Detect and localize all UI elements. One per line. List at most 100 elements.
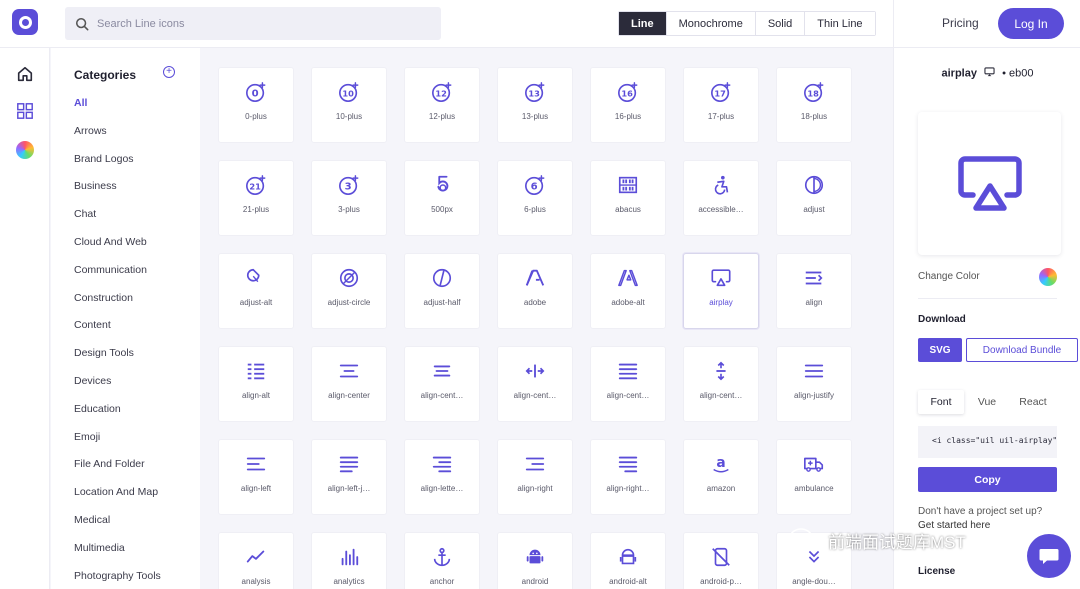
svg-text:16: 16 <box>621 89 633 99</box>
abacus-icon <box>616 173 640 197</box>
tab-vue[interactable]: Vue <box>964 390 1010 414</box>
search-input[interactable] <box>97 17 417 30</box>
icon-tile[interactable]: align-cent… <box>590 346 666 422</box>
style-tab-monochrome[interactable]: Monochrome <box>665 12 755 35</box>
tab-react[interactable]: React <box>1010 390 1056 414</box>
icon-tile[interactable]: adjust <box>776 160 852 236</box>
category-item[interactable]: Photography Tools <box>74 569 161 589</box>
style-tab-solid[interactable]: Solid <box>754 12 805 35</box>
category-item[interactable]: Content <box>74 318 161 346</box>
icon-tile[interactable]: align-alt <box>218 346 294 422</box>
icon-tile[interactable]: align-left <box>218 439 294 515</box>
category-item[interactable]: Multimedia <box>74 541 161 569</box>
icon-tile[interactable]: 13 13-plus <box>497 67 573 143</box>
icon-tile[interactable]: accessible… <box>683 160 759 236</box>
align-left-icon <box>244 452 268 476</box>
icon-tile[interactable]: android-alt <box>590 532 666 589</box>
category-item[interactable]: Business <box>74 179 161 207</box>
android-icon <box>523 545 547 569</box>
icon-tile[interactable]: align <box>776 253 852 329</box>
icon-tile[interactable]: android-p… <box>683 532 759 589</box>
category-item[interactable]: Chat <box>74 207 161 235</box>
icon-tile[interactable]: 0 0-plus <box>218 67 294 143</box>
icon-tile-label: align-cent… <box>420 391 464 400</box>
category-item[interactable]: File And Folder <box>74 457 161 485</box>
icon-tile-label: align-right <box>517 484 553 493</box>
category-item[interactable]: Arrows <box>74 124 161 152</box>
category-item[interactable]: Brand Logos <box>74 152 161 180</box>
svg-text:a: a <box>716 455 725 471</box>
align-center-alt-icon <box>430 359 454 383</box>
icon-tile[interactable]: align-right <box>497 439 573 515</box>
icon-tile[interactable]: align-center <box>311 346 387 422</box>
icon-tile-label: align-cent… <box>513 391 557 400</box>
icon-tile[interactable]: ambulance <box>776 439 852 515</box>
download-svg-button[interactable]: SVG <box>918 338 962 362</box>
svg-text:17: 17 <box>714 89 726 99</box>
color-wheel-icon[interactable] <box>15 140 35 160</box>
anchor-icon <box>430 545 454 569</box>
icon-tile[interactable]: 3 3-plus <box>311 160 387 236</box>
icon-tile[interactable]: 500px <box>404 160 480 236</box>
tab-font[interactable]: Font <box>918 390 964 414</box>
icon-tile[interactable]: 10 10-plus <box>311 67 387 143</box>
category-item[interactable]: All <box>74 96 161 124</box>
download-bundle-button[interactable]: Download Bundle <box>966 338 1078 362</box>
icon-tile[interactable]: adjust-circle <box>311 253 387 329</box>
icon-tile[interactable]: align-cent… <box>497 346 573 422</box>
category-item[interactable]: Emoji <box>74 430 161 458</box>
add-category-icon[interactable]: + <box>163 66 175 78</box>
icon-tile[interactable]: anchor <box>404 532 480 589</box>
grid-icon[interactable] <box>15 101 35 121</box>
icon-tile[interactable]: adobe <box>497 253 573 329</box>
login-button[interactable]: Log In <box>998 8 1064 39</box>
category-item[interactable]: Communication <box>74 263 161 291</box>
icon-tile[interactable]: 12 12-plus <box>404 67 480 143</box>
icon-tile[interactable]: 6 6-plus <box>497 160 573 236</box>
copy-button[interactable]: Copy <box>918 467 1057 492</box>
icon-tile[interactable]: 16 16-plus <box>590 67 666 143</box>
category-item[interactable]: Education <box>74 402 161 430</box>
icon-tile[interactable]: android <box>497 532 573 589</box>
icon-tile[interactable]: align-cent… <box>404 346 480 422</box>
chat-bubble-icon[interactable] <box>1027 534 1071 578</box>
13-plus-icon: 13 <box>523 80 547 104</box>
icon-tile[interactable]: adjust-half <box>404 253 480 329</box>
icon-tile[interactable]: a amazon <box>683 439 759 515</box>
align-left-justify-icon <box>337 452 361 476</box>
category-item[interactable]: Medical <box>74 513 161 541</box>
category-item[interactable]: Location And Map <box>74 485 161 513</box>
icon-tile[interactable]: adobe-alt <box>590 253 666 329</box>
icon-tile[interactable]: adjust-alt <box>218 253 294 329</box>
category-item[interactable]: Cloud And Web <box>74 235 161 263</box>
icon-tile[interactable]: align-justify <box>776 346 852 422</box>
align-center-icon <box>337 359 361 383</box>
icon-tile[interactable]: align-lette… <box>404 439 480 515</box>
icon-tile[interactable]: align-cent… <box>683 346 759 422</box>
code-snippet[interactable]: <i class="uil uil-airplay"> <box>918 426 1057 458</box>
icon-tile[interactable]: analytics <box>311 532 387 589</box>
icon-tile[interactable]: 21 21-plus <box>218 160 294 236</box>
icon-tile[interactable]: align-right… <box>590 439 666 515</box>
icon-tile[interactable]: 18 18-plus <box>776 67 852 143</box>
icon-tile[interactable]: abacus <box>590 160 666 236</box>
style-tab-line[interactable]: Line <box>619 12 666 35</box>
color-picker-icon[interactable] <box>1039 268 1057 286</box>
pricing-link[interactable]: Pricing <box>942 16 979 30</box>
icon-detail-name: airplay <box>941 67 977 80</box>
search-box[interactable] <box>65 7 441 40</box>
icon-tile-label: adjust-circle <box>327 298 371 307</box>
icon-tile[interactable]: analysis <box>218 532 294 589</box>
search-icon <box>75 17 89 30</box>
home-icon[interactable] <box>15 64 35 84</box>
category-item[interactable]: Construction <box>74 291 161 319</box>
adobe-alt-icon <box>616 266 640 290</box>
icon-tile[interactable]: 17 17-plus <box>683 67 759 143</box>
icon-tile[interactable]: align-left-j… <box>311 439 387 515</box>
style-tab-thin-line[interactable]: Thin Line <box>804 12 875 35</box>
category-item[interactable]: Devices <box>74 374 161 402</box>
icon-tile[interactable]: airplay <box>683 253 759 329</box>
unicons-logo-icon[interactable] <box>12 9 38 35</box>
download-heading: Download <box>918 314 966 325</box>
category-item[interactable]: Design Tools <box>74 346 161 374</box>
